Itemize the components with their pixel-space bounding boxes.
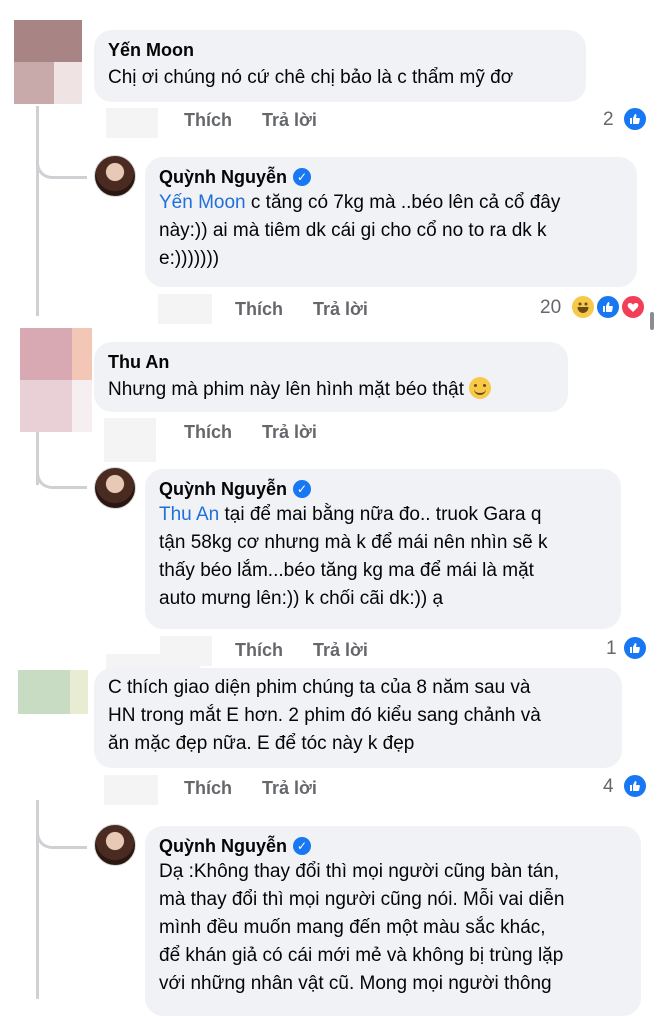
like-icon[interactable] [622,106,648,132]
avatar[interactable] [94,467,136,509]
avatar[interactable] [94,155,136,197]
like-button[interactable]: Thích [235,640,283,661]
comment-text: Yến Moon c tăng có 7kg mà ..béo lên cả c… [159,192,561,269]
mention-link[interactable]: Thu An [159,504,219,525]
like-button[interactable]: Thích [184,422,232,443]
avatar[interactable] [14,20,82,104]
reaction-count[interactable]: 20 [540,297,561,319]
like-button[interactable]: Thích [184,778,232,799]
comment-text: Chị ơi chúng nó cứ chê chị bảo là c thẩm… [108,67,514,88]
reaction-count[interactable]: 4 [603,776,614,798]
author-name[interactable]: Thu An [108,350,554,374]
thread-connector [36,810,87,849]
haha-icon[interactable] [570,294,596,320]
love-icon[interactable] [620,294,646,320]
mention-link[interactable]: Yến Moon [159,192,246,213]
like-icon[interactable] [622,773,648,799]
comment-text: C thích giao diện phim chúng ta của 8 nă… [108,677,541,754]
author-name[interactable]: Quỳnh Nguyễn ✓ [159,477,607,501]
reply-button[interactable]: Trả lời [262,110,317,131]
reply-button[interactable]: Trả lời [262,422,317,443]
comment-bubble: Thu An Nhưng mà phim này lên hình mặt bé… [94,342,568,412]
comment-text: Thu An tại để mai bằng nữa đo.. truok Ga… [159,504,548,609]
blurred-timestamp [158,294,212,324]
verified-badge-icon: ✓ [293,837,312,855]
blurred-timestamp [104,418,156,462]
reaction-count[interactable]: 2 [603,109,614,131]
avatar[interactable] [94,824,136,866]
reply-button[interactable]: Trả lời [313,299,368,320]
like-icon[interactable] [622,635,648,661]
thread-line [36,106,39,316]
avatar[interactable] [20,328,92,432]
like-icon[interactable] [595,294,621,320]
comment-bubble: Yến Moon Chị ơi chúng nó cứ chê chị bảo … [94,30,586,102]
smile-emoji-icon [469,377,492,399]
blurred-timestamp [106,108,158,138]
like-button[interactable]: Thích [235,299,283,320]
author-name[interactable]: Quỳnh Nguyễn ✓ [159,834,627,858]
comment-text: Dạ :Không thay đổi thì mọi người cũng bà… [159,861,565,994]
blurred-timestamp [104,775,158,805]
thread-connector [36,140,87,179]
comment-bubble: C thích giao diện phim chúng ta của 8 nă… [94,668,622,768]
author-name[interactable]: Yến Moon [108,38,572,62]
author-name[interactable]: Quỳnh Nguyễn ✓ [159,165,623,189]
reaction-count[interactable]: 1 [606,638,617,660]
avatar[interactable] [18,670,88,714]
scrollbar-thumb[interactable] [650,312,654,330]
comment-text: Nhưng mà phim này lên hình mặt béo thật [108,376,554,404]
comment-bubble: Quỳnh Nguyễn ✓ Thu An tại để mai bằng nữ… [145,469,621,629]
comment-bubble: Quỳnh Nguyễn ✓ Dạ :Không thay đổi thì mọ… [145,826,641,1016]
reply-button[interactable]: Trả lời [262,778,317,799]
verified-badge-icon: ✓ [293,168,312,186]
reply-button[interactable]: Trả lời [313,640,368,661]
verified-badge-icon: ✓ [293,480,312,498]
comment-bubble: Quỳnh Nguyễn ✓ Yến Moon c tăng có 7kg mà… [145,157,637,287]
like-button[interactable]: Thích [184,110,232,131]
thread-connector [36,450,87,489]
